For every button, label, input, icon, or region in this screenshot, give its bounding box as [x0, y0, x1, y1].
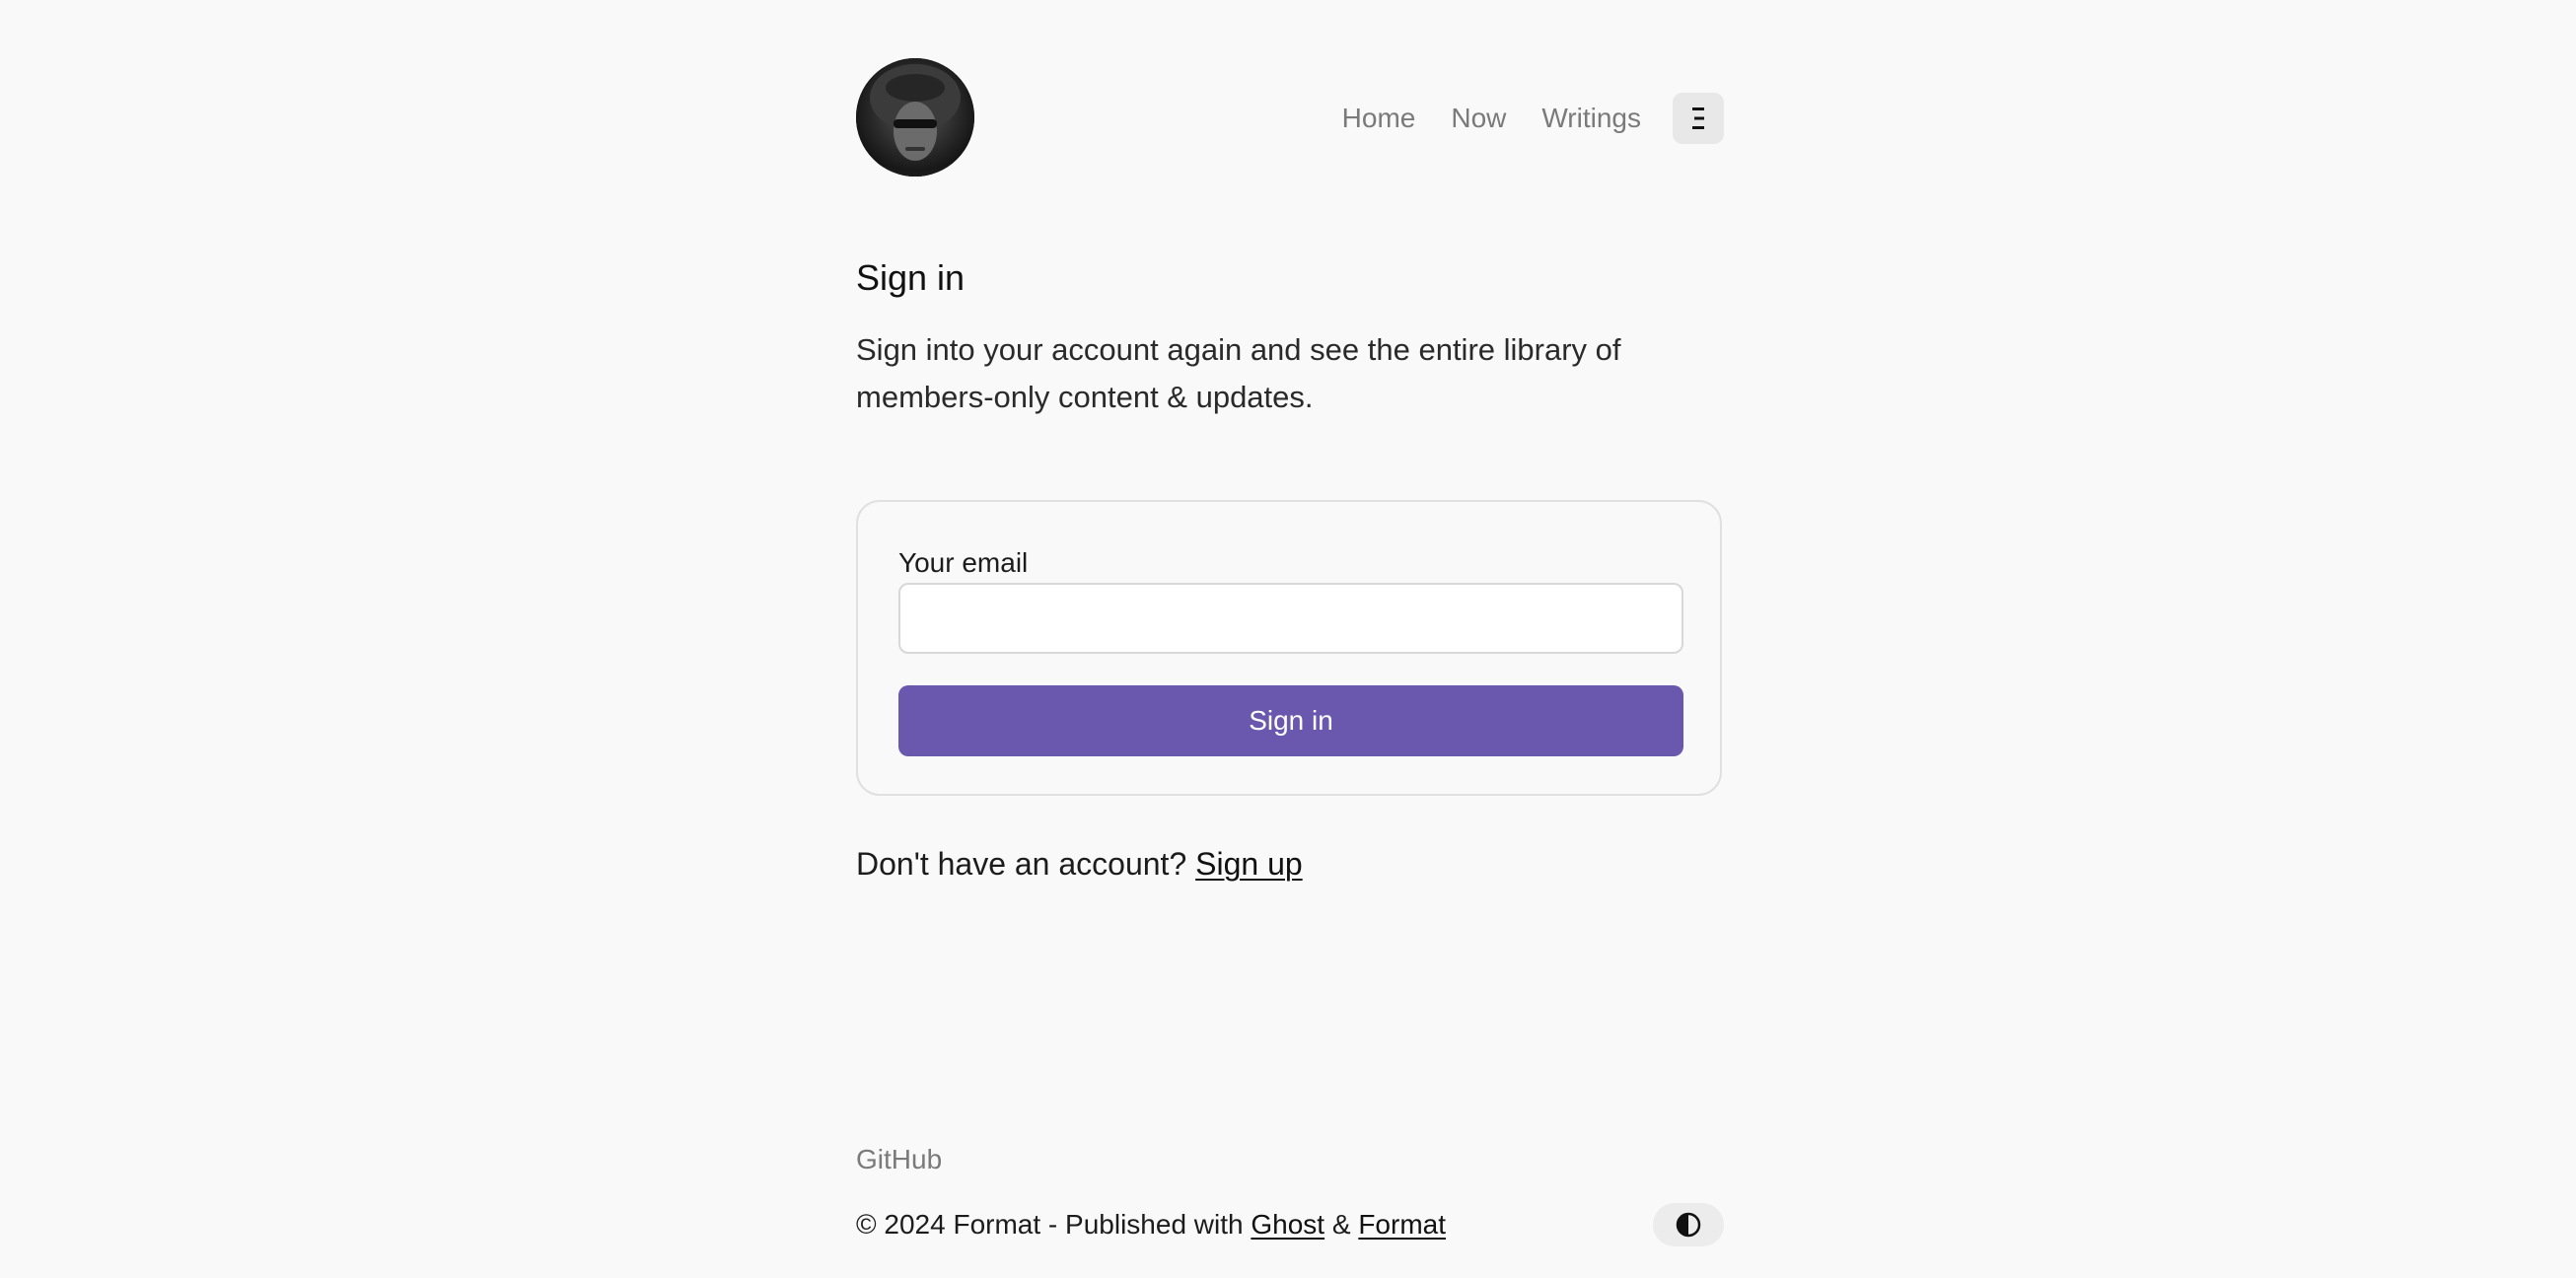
nav-home[interactable]: Home: [1342, 92, 1416, 145]
contrast-icon: [1676, 1212, 1701, 1238]
nav-writings[interactable]: Writings: [1541, 92, 1641, 145]
signin-form: Your email Sign in: [856, 500, 1722, 796]
footer-github-link[interactable]: GitHub: [856, 1136, 942, 1183]
page-title: Sign in: [856, 257, 966, 298]
email-label: Your email: [898, 547, 1029, 578]
format-link[interactable]: Format: [1358, 1209, 1446, 1240]
ghost-link[interactable]: Ghost: [1251, 1209, 1324, 1240]
email-field[interactable]: [898, 583, 1683, 654]
page: Home Now Writings Sign in Sign into your…: [856, 0, 1724, 1278]
page-subtitle: Sign into your account again and see the…: [856, 332, 1621, 414]
footer-copyright: © 2024 Format - Published with Ghost & F…: [856, 1201, 1446, 1248]
signup-prompt-text: Don't have an account?: [856, 846, 1187, 882]
avatar[interactable]: [856, 58, 974, 177]
menu-button[interactable]: [1673, 93, 1724, 144]
copyright-text: © 2024 Format - Published with: [856, 1209, 1244, 1240]
signin-button[interactable]: Sign in: [898, 685, 1683, 756]
signup-prompt: Don't have an account? Sign up: [856, 840, 1303, 888]
main-nav: Home Now Writings: [1342, 92, 1724, 145]
copyright-amp: &: [1331, 1209, 1351, 1240]
signup-link[interactable]: Sign up: [1195, 846, 1303, 882]
nav-now[interactable]: Now: [1451, 92, 1506, 145]
menu-icon: [1692, 107, 1704, 129]
avatar-image: [856, 58, 974, 177]
theme-toggle-button[interactable]: [1653, 1203, 1724, 1246]
